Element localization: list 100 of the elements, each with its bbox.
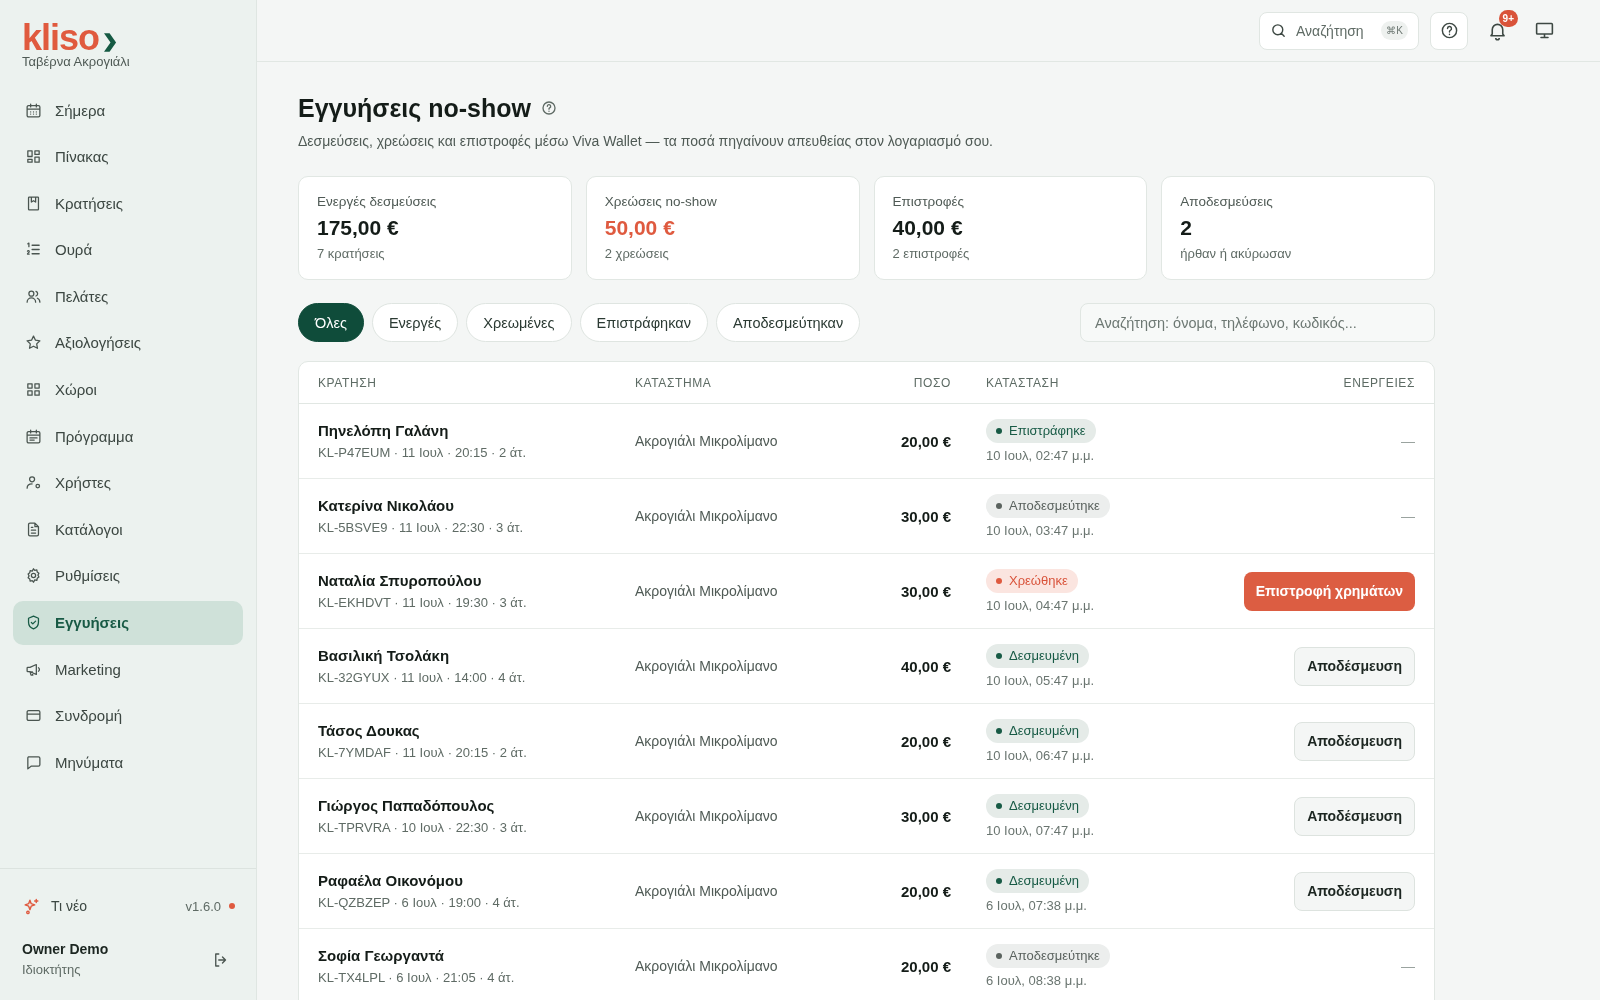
guest-name: Σοφία Γεωργαντά: [318, 946, 445, 965]
status-time: 6 Ιουλ, 08:38 μ.μ.: [986, 971, 1087, 989]
status-dot-icon: [996, 877, 1002, 884]
filter-chip[interactable]: Επιστράφηκαν: [579, 303, 708, 342]
settings-icon: [25, 567, 42, 585]
amount: 30,00 €: [900, 582, 951, 600]
stat-label: Επιστροφές: [892, 193, 964, 211]
shortcut-hint: ⌘K: [1381, 21, 1408, 40]
notifications-button[interactable]: 9+: [1479, 12, 1515, 49]
sidebar-item[interactable]: Πελάτες: [13, 274, 243, 319]
sidebar-item[interactable]: Χρήστες: [13, 460, 243, 505]
monitor-icon: [1533, 20, 1555, 41]
column-header: ΚΑΤΑΣΤΗΜΑ: [635, 375, 713, 390]
sidebar-item[interactable]: Κατάλογοι: [13, 507, 243, 552]
stat-label: Αποδεσμεύσεις: [1180, 193, 1273, 211]
status-dot-icon: [996, 652, 1002, 659]
booking-details: KL-TX4LPL · 6 Ιουλ · 21:05 · 4 άτ.: [318, 969, 516, 986]
booking-details: KL-32GYUX · 11 Ιουλ · 14:00 · 4 άτ.: [318, 669, 527, 686]
stat-value: 50,00 €: [604, 215, 675, 241]
status-dot-icon: [996, 427, 1002, 434]
notification-badge: 9+: [1498, 9, 1518, 27]
search-button[interactable]: Αναζήτηση ⌘K: [1259, 11, 1419, 50]
guest-name: Γιώργος Παπαδόπουλος: [318, 796, 496, 815]
stat-value: 40,00 €: [892, 215, 963, 241]
status-time: 6 Ιουλ, 07:38 μ.μ.: [986, 896, 1087, 914]
release-button[interactable]: Αποδέσμευση: [1294, 796, 1415, 836]
guest-name: Πηνελόπη Γαλάνη: [318, 421, 450, 440]
sidebar-item[interactable]: Αξιολογήσεις: [13, 320, 243, 365]
user-role: Ιδιοκτήτης: [22, 961, 82, 979]
booking-details: KL-TPRVRA · 10 Ιουλ · 22:30 · 3 άτ.: [318, 819, 528, 836]
status-label: Επιστράφηκε: [1009, 423, 1086, 438]
release-button[interactable]: Αποδέσμευση: [1294, 721, 1415, 761]
sparkle-icon: [22, 896, 41, 916]
shield-check-icon: [25, 614, 42, 632]
booking-details: KL-7YMDAF · 11 Ιουλ · 20:15 · 2 άτ.: [318, 744, 528, 761]
sidebar-item[interactable]: Ρυθμίσεις: [13, 553, 243, 598]
filter-chip[interactable]: Χρεωμένες: [466, 303, 572, 342]
guest-name: Ραφαέλα Οικονόμου: [318, 871, 464, 890]
sidebar-item[interactable]: Πίνακας: [13, 134, 243, 179]
status-dot-icon: [996, 802, 1002, 809]
no-action-dash: —: [1401, 508, 1415, 524]
stat-note: 2 χρεώσεις: [604, 245, 669, 263]
release-button[interactable]: Αποδέσμευση: [1294, 871, 1415, 911]
sidebar-item[interactable]: Κρατήσεις: [13, 181, 243, 226]
sidebar-item[interactable]: Εγγυήσεις: [13, 600, 243, 645]
help-icon[interactable]: [540, 100, 557, 116]
calendar-icon: [25, 427, 42, 445]
help-button[interactable]: [1430, 11, 1468, 50]
stat-note: 7 κρατήσεις: [317, 245, 385, 263]
search-label: Αναζήτηση: [1296, 22, 1364, 39]
status-label: Αποδεσμεύτηκε: [1009, 948, 1100, 963]
stat-value: 2: [1180, 215, 1192, 241]
dashboard-icon: [25, 148, 42, 166]
chat-bubble-icon: [25, 753, 42, 771]
amount: 40,00 €: [900, 657, 951, 675]
filter-chip[interactable]: Αποδεσμεύτηκαν: [715, 303, 861, 342]
status-label: Δεσμευμένη: [1009, 648, 1079, 663]
amount: 30,00 €: [900, 807, 951, 825]
status-time: 10 Ιουλ, 02:47 μ.μ.: [986, 446, 1095, 464]
filter-chip[interactable]: Όλες: [298, 303, 364, 342]
guest-name: Ναταλία Σπυροπούλου: [318, 571, 483, 590]
grid-icon: [25, 381, 42, 399]
search-icon: [1270, 22, 1287, 39]
refund-button[interactable]: Επιστροφή χρημάτων: [1243, 571, 1415, 611]
status-time: 10 Ιουλ, 07:47 μ.μ.: [986, 821, 1095, 839]
page-title: Εγγυήσεις no-show: [298, 93, 531, 123]
amount: 20,00 €: [900, 732, 951, 750]
status-label: Δεσμευμένη: [1009, 723, 1079, 738]
column-header: ΕΝΕΡΓΕΙΕΣ: [1343, 375, 1415, 390]
release-button[interactable]: Αποδέσμευση: [1294, 646, 1415, 686]
guest-name: Βασιλική Τσολάκη: [318, 646, 451, 665]
sidebar-item[interactable]: Συνδρομή: [13, 693, 243, 738]
store-name: Ακρογιάλι Μικρολίμανο: [635, 958, 779, 974]
status-time: 10 Ιουλ, 03:47 μ.μ.: [986, 521, 1095, 539]
document-icon: [25, 520, 42, 538]
no-action-dash: —: [1401, 958, 1415, 974]
column-header: ΠΟΣΟ: [913, 375, 951, 390]
column-header: ΚΡΑΤΗΣΗ: [318, 375, 378, 390]
status-time: 10 Ιουλ, 05:47 μ.μ.: [986, 671, 1095, 689]
filter-chip[interactable]: Ενεργές: [371, 303, 459, 342]
status-dot-icon: [996, 727, 1002, 734]
booking-details: KL-P47EUM · 11 Ιουλ · 20:15 · 2 άτ.: [318, 444, 528, 461]
status-label: Δεσμευμένη: [1009, 873, 1079, 888]
sidebar-item[interactable]: Ουρά: [13, 227, 243, 272]
sidebar-item[interactable]: Μηνύματα: [13, 740, 243, 785]
sidebar-item[interactable]: Πρόγραμμα: [13, 414, 243, 459]
status-time: 10 Ιουλ, 04:47 μ.μ.: [986, 596, 1095, 614]
whats-new-link[interactable]: Τι νέο: [51, 898, 88, 914]
store-name: Ακρογιάλι Μικρολίμανο: [635, 808, 779, 824]
status-dot-icon: [996, 952, 1002, 959]
book-icon: [25, 194, 42, 212]
status-time: 10 Ιουλ, 06:47 μ.μ.: [986, 746, 1095, 764]
store-name: Ακρογιάλι Μικρολίμανο: [635, 883, 779, 899]
sidebar-item[interactable]: Marketing: [13, 647, 243, 692]
sidebar-item[interactable]: Χώροι: [13, 367, 243, 412]
store-name: Ακρογιάλι Μικρολίμανο: [635, 658, 779, 674]
stat-label: Χρεώσεις no-show: [604, 193, 717, 211]
search-field[interactable]: Αναζήτηση: όνομα, τηλέφωνο, κωδικός...: [1080, 303, 1435, 342]
sidebar-item[interactable]: Σήμερα: [13, 88, 243, 132]
status-label: Αποδεσμεύτηκε: [1009, 498, 1100, 513]
